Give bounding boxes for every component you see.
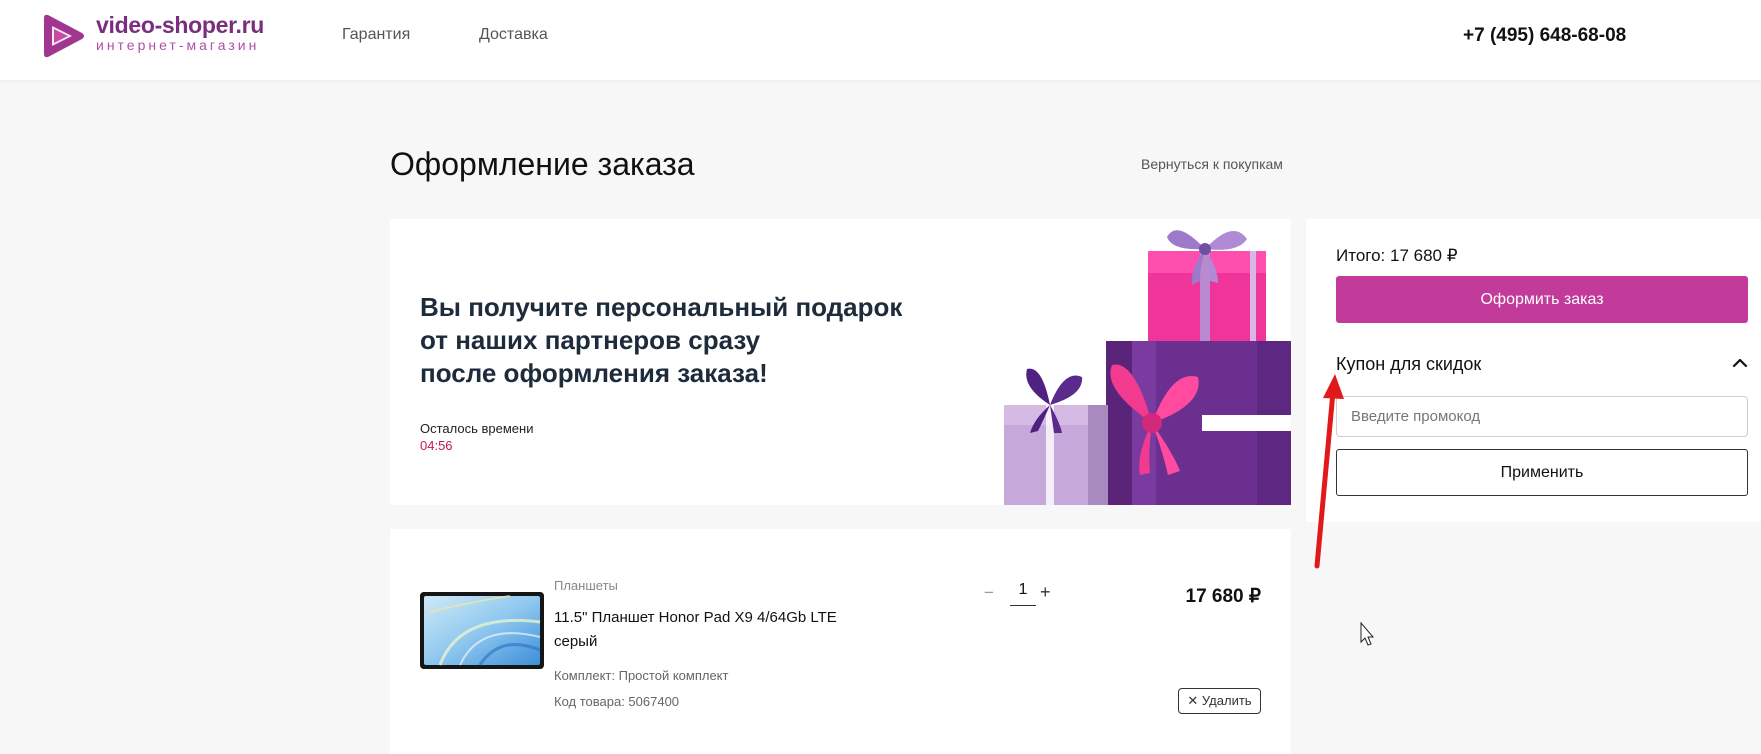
cart-item: Планшеты 11.5" Планшет Honor Pad X9 4/64…: [390, 529, 1291, 754]
tablet-image: [420, 592, 544, 669]
gift-promo-banner: Вы получите персональный подарок от наши…: [390, 219, 1291, 505]
site-header: video-shoper.ru интернет-магазин Гаранти…: [0, 0, 1761, 80]
back-to-shopping-link[interactable]: Вернуться к покупкам: [1141, 156, 1283, 172]
order-total: Итого: 17 680 ₽: [1336, 246, 1458, 265]
promo-code-input[interactable]: [1336, 396, 1748, 437]
quantity-decrease-button[interactable]: −: [984, 583, 994, 603]
product-price: 17 680 ₽: [1185, 586, 1261, 607]
timer-value: 04:56: [420, 438, 453, 453]
logo[interactable]: video-shoper.ru интернет-магазин: [40, 12, 280, 62]
banner-headline: Вы получите персональный подарок от наши…: [420, 291, 940, 390]
quantity-increase-button[interactable]: +: [1040, 582, 1051, 603]
product-kit: Комплект: Простой комплект: [554, 668, 729, 683]
page-title: Оформление заказа: [390, 146, 695, 182]
product-image[interactable]: [420, 592, 544, 669]
gift-boxes-illustration: [1004, 230, 1291, 505]
nav-link-guarantee[interactable]: Гарантия: [342, 26, 410, 44]
product-code: Код товара: 5067400: [554, 694, 680, 709]
mouse-cursor-icon: [1360, 621, 1375, 646]
phone-number[interactable]: +7 (495) 648-68-08: [1463, 25, 1626, 47]
timer-label: Осталось времени: [420, 421, 534, 436]
product-category: Планшеты: [554, 578, 618, 593]
remove-item-button[interactable]: ✕ Удалить: [1178, 688, 1261, 714]
coupon-title[interactable]: Купон для скидок: [1336, 354, 1481, 375]
apply-coupon-button[interactable]: Применить: [1336, 449, 1748, 496]
banner-headline-line: Вы получите персональный подарок: [420, 292, 903, 322]
banner-headline-line: от наших партнеров сразу: [420, 325, 761, 355]
quantity-value[interactable]: 1: [1010, 581, 1036, 606]
checkout-button[interactable]: Оформить заказ: [1336, 276, 1748, 323]
chevron-up-icon[interactable]: [1728, 351, 1752, 375]
product-name[interactable]: 11.5" Планшет Honor Pad X9 4/64Gb LTE се…: [554, 606, 884, 654]
logo-name: video-shoper.ru: [96, 12, 265, 38]
logo-tagline: интернет-магазин: [96, 37, 260, 53]
banner-headline-line: после оформления заказа!: [420, 358, 768, 388]
logo-play-icon: [44, 14, 84, 58]
nav-link-delivery[interactable]: Доставка: [479, 26, 548, 44]
order-summary-panel: Итого: 17 680 ₽ Оформить заказ Купон для…: [1306, 219, 1761, 522]
